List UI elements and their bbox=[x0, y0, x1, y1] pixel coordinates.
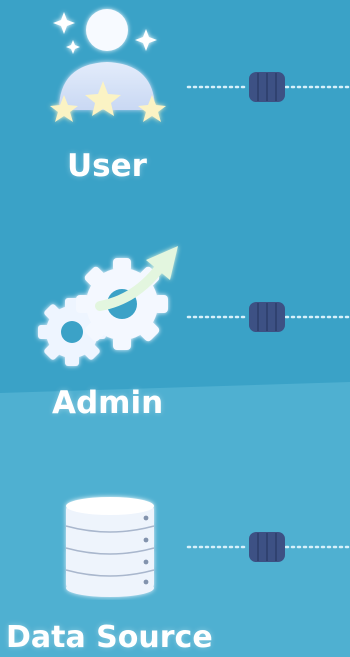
node-label-user: User bbox=[67, 148, 147, 184]
node-label-admin: Admin bbox=[52, 385, 164, 421]
database-icon bbox=[65, 497, 155, 597]
gears-with-arrow-icon bbox=[38, 246, 178, 366]
user-with-stars-icon bbox=[50, 9, 166, 122]
connector-admin bbox=[186, 302, 350, 332]
connector-data-source bbox=[186, 532, 350, 562]
node-label-data-source: Data Source bbox=[6, 620, 213, 655]
diagram-canvas: User Admin Data Source bbox=[0, 0, 350, 657]
connector-user bbox=[186, 72, 350, 102]
